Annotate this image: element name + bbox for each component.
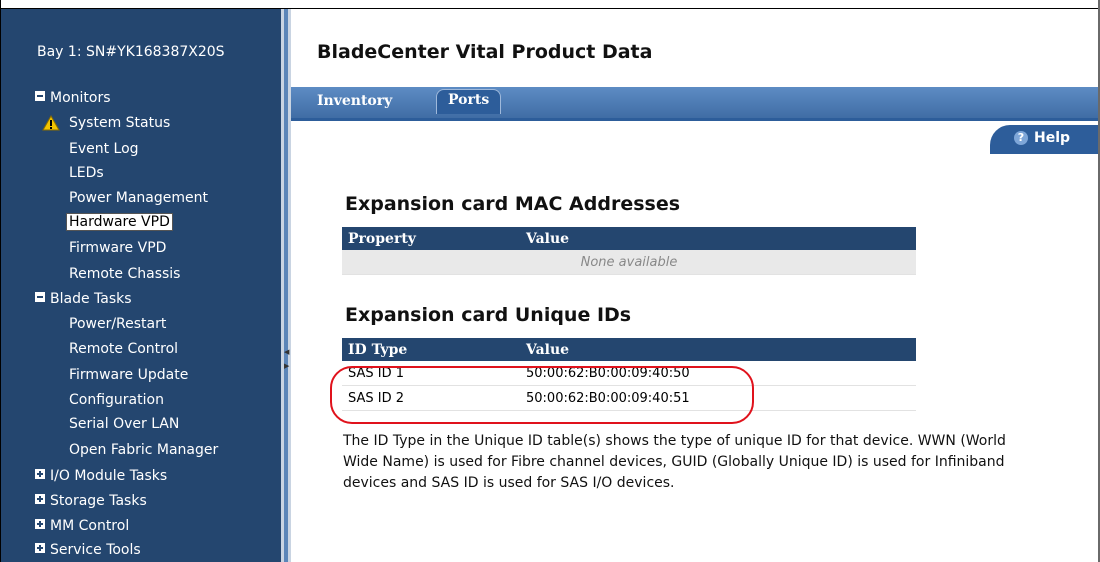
- nav-item-hardware-vpd[interactable]: Hardware VPD: [66, 213, 173, 231]
- empty-message: None available: [342, 250, 916, 275]
- table-row: SAS ID 2 50:00:62:B0:00:09:40:51: [342, 385, 916, 411]
- mac-section-title: Expansion card MAC Addresses: [345, 193, 681, 215]
- nav-item-event-log[interactable]: Event Log: [69, 141, 139, 157]
- expand-right-icon[interactable]: ▶: [284, 362, 289, 370]
- collapse-icon: [35, 292, 45, 302]
- expand-icon: [35, 543, 45, 553]
- warning-icon: [42, 115, 60, 131]
- splitter-bar[interactable]: [284, 9, 288, 562]
- tab-underline: [291, 118, 1098, 121]
- expand-icon: [35, 519, 45, 529]
- id-value-cell: 50:00:62:B0:00:09:40:51: [526, 385, 916, 411]
- id-type-explanation: The ID Type in the Unique ID table(s) sh…: [343, 433, 1006, 491]
- tab-bar: [291, 87, 1098, 121]
- id-type-cell: SAS ID 1: [342, 361, 526, 386]
- nav-item-firmware-update[interactable]: Firmware Update: [69, 367, 188, 383]
- pane-splitter[interactable]: [281, 9, 291, 562]
- nav-item-open-fabric-manager[interactable]: Open Fabric Manager: [69, 442, 218, 458]
- table-row-empty: None available: [342, 250, 916, 275]
- id-value-cell: 50:00:62:B0:00:09:40:50: [526, 361, 916, 386]
- bay-title: Bay 1: SN#YK168387X20S: [37, 44, 225, 60]
- column-header-id-type: ID Type: [342, 338, 526, 361]
- nav-group-label: Monitors: [50, 90, 111, 106]
- nav-group-service-tools[interactable]: Service Tools: [35, 542, 141, 558]
- collapse-icon: [35, 91, 45, 101]
- nav-item-leds[interactable]: LEDs: [69, 165, 104, 181]
- id-type-cell: SAS ID 2: [342, 385, 526, 411]
- nav-item-remote-chassis[interactable]: Remote Chassis: [69, 266, 180, 282]
- window-top-border: [0, 0, 1100, 9]
- column-header-value: Value: [526, 227, 916, 250]
- nav-group-blade-tasks[interactable]: Blade Tasks: [35, 291, 132, 307]
- uid-section-title: Expansion card Unique IDs: [345, 304, 632, 326]
- nav-group-io-module-tasks[interactable]: I/O Module Tasks: [35, 468, 167, 484]
- nav-item-power-management[interactable]: Power Management: [69, 190, 208, 206]
- nav-item-remote-control[interactable]: Remote Control: [69, 341, 178, 357]
- tab-inventory[interactable]: Inventory: [317, 93, 392, 109]
- nav-group-monitors[interactable]: Monitors: [35, 90, 111, 106]
- nav-item-system-status[interactable]: System Status: [69, 115, 170, 131]
- nav-item-power-restart[interactable]: Power/Restart: [69, 316, 166, 332]
- tab-ports[interactable]: Ports: [436, 89, 502, 114]
- unique-id-table: ID Type Value SAS ID 1 50:00:62:B0:00:09…: [342, 338, 916, 411]
- help-button[interactable]: ? Help: [990, 125, 1098, 154]
- table-row: SAS ID 1 50:00:62:B0:00:09:40:50: [342, 361, 916, 386]
- help-icon: ?: [1014, 131, 1028, 145]
- nav-group-storage-tasks[interactable]: Storage Tasks: [35, 493, 147, 509]
- help-label: Help: [1034, 130, 1071, 146]
- mac-address-table: Property Value None available: [342, 227, 916, 275]
- column-header-property: Property: [342, 227, 526, 250]
- nav-group-mm-control[interactable]: MM Control: [35, 518, 129, 534]
- nav-item-serial-over-lan[interactable]: Serial Over LAN: [69, 416, 179, 432]
- table-header-row: Property Value: [342, 227, 916, 250]
- page-title: BladeCenter Vital Product Data: [317, 41, 653, 63]
- column-header-value: Value: [526, 338, 916, 361]
- nav-item-firmware-vpd[interactable]: Firmware VPD: [69, 240, 166, 256]
- table-header-row: ID Type Value: [342, 338, 916, 361]
- expand-icon: [35, 469, 45, 479]
- expand-icon: [35, 494, 45, 504]
- nav-item-configuration[interactable]: Configuration: [69, 392, 164, 408]
- collapse-left-icon[interactable]: ◀: [284, 348, 289, 356]
